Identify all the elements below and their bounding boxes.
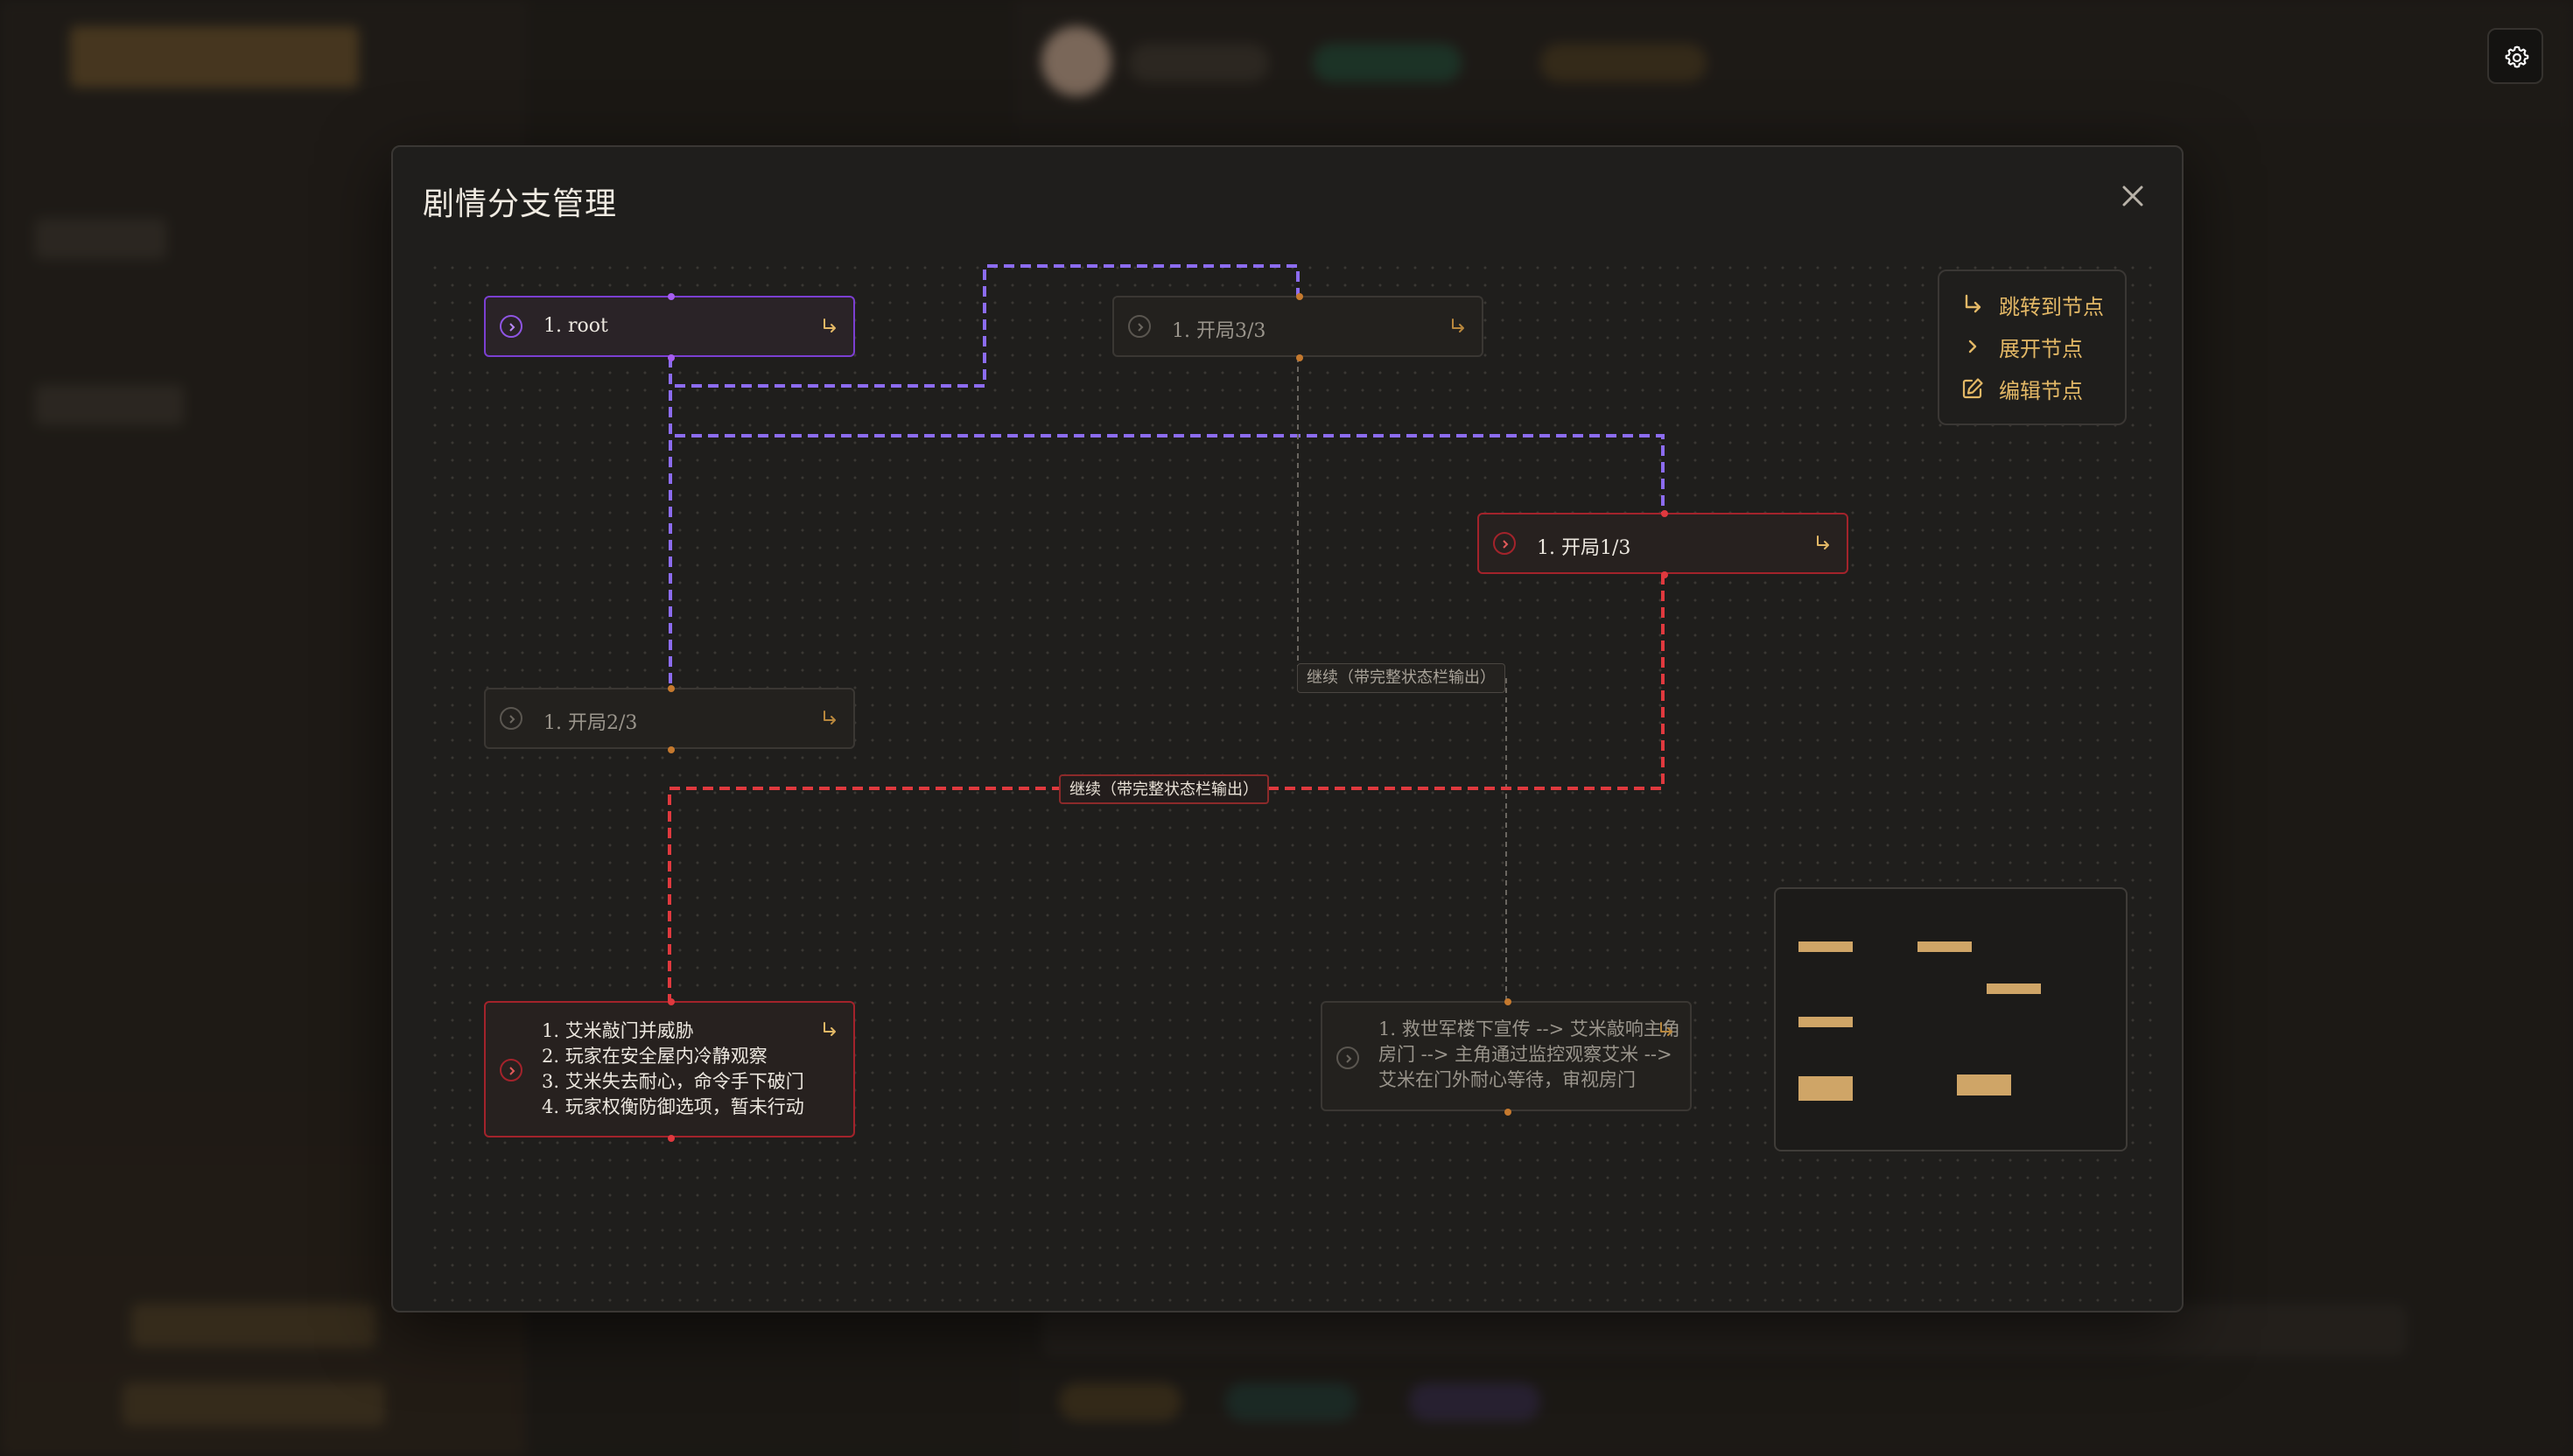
node-opening-3-3[interactable]: 1. 开局3/3 [1112, 293, 1483, 361]
node-opening-2-3[interactable]: 1. 开局2/3 [484, 685, 855, 753]
background-sidebar-button [131, 1304, 376, 1348]
jump-to-node-icon[interactable] [1813, 534, 1833, 553]
node-summary-line: 艾米在门外耐心等待，审视房门 [1378, 1069, 1636, 1090]
jump-to-node-icon [1965, 294, 1981, 313]
expand-node-toggle[interactable] [500, 1059, 522, 1082]
node-label: 1. 开局1/3 [1537, 537, 1631, 559]
chevron-right-icon [1138, 323, 1144, 332]
chevron-right-icon [509, 323, 515, 332]
menu-item-edit-node[interactable]: 编辑节点 [1960, 371, 2083, 406]
edge-label-inactive[interactable]: 继续（带完整状态栏输出） [1297, 663, 1505, 693]
node-summary: 1. 救世军楼下宣传 --> 艾米敲响主角 房门 --> 主角通过监控观察艾米 … [1378, 1017, 1680, 1093]
minimap-node [1987, 984, 2041, 994]
node-summary-line: 4. 玩家权衡防御选项，暂未行动 [542, 1096, 804, 1117]
node-summary-line: 1. 救世军楼下宣传 --> 艾米敲响主角 [1378, 1018, 1680, 1040]
background-pill [1129, 44, 1269, 82]
node-port-bottom [1504, 1109, 1511, 1116]
chevron-right-icon [1346, 1054, 1352, 1063]
settings-button[interactable] [2487, 28, 2543, 84]
node-current-branch[interactable]: 1. 艾米敲门并威胁 2. 玩家在安全屋内冷静观察 3. 艾米失去耐心，命令手下… [484, 998, 855, 1142]
expand-node-toggle[interactable] [1493, 532, 1516, 555]
menu-item-label: 展开节点 [1999, 336, 2083, 361]
jump-to-node-icon[interactable] [820, 709, 839, 728]
node-summary-line: 房门 --> 主角通过监控观察艾米 --> [1378, 1044, 1672, 1065]
dialog-title: 剧情分支管理 [423, 186, 618, 222]
jump-to-node-icon[interactable] [1448, 317, 1468, 336]
jump-to-node-icon[interactable] [820, 317, 839, 336]
menu-item-label: 编辑节点 [1999, 378, 2083, 403]
node-label: 1. 开局2/3 [543, 712, 638, 734]
chevron-right-icon [509, 1067, 515, 1075]
close-icon [2122, 186, 2143, 206]
background-avatar [1041, 26, 1111, 96]
background-chip [1059, 1382, 1181, 1421]
chevron-right-icon [509, 715, 515, 724]
edge-label-active[interactable]: 继续（带完整状态栏输出） [1059, 774, 1269, 804]
background-sidebar-button [123, 1382, 385, 1426]
node-port-bottom [668, 354, 675, 361]
node-summary-line: 2. 玩家在安全屋内冷静观察 [542, 1046, 768, 1067]
background-chip [1409, 1382, 1540, 1421]
background-sidebar-item [35, 219, 166, 259]
minimap-node [1798, 1076, 1853, 1101]
menu-item-expand-node[interactable]: 展开节点 [1960, 329, 2083, 364]
expand-node-toggle[interactable] [1128, 315, 1151, 338]
background-pill [1313, 44, 1462, 82]
node-alt-branch[interactable]: 1. 救世军楼下宣传 --> 艾米敲响主角 房门 --> 主角通过监控观察艾米 … [1321, 998, 1692, 1116]
expand-node-toggle[interactable] [1336, 1046, 1359, 1069]
node-port-top [668, 998, 675, 1005]
node-port-bottom [1296, 354, 1303, 361]
node-actions-legend: 跳转到节点 展开节点 编辑节点 [1938, 270, 2127, 425]
background-logo [70, 26, 359, 88]
node-port-bottom [668, 746, 675, 753]
node-port-top [1504, 998, 1511, 1005]
node-port-top [1661, 510, 1668, 517]
node-summary: 1. 艾米敲门并威胁 2. 玩家在安全屋内冷静观察 3. 艾米失去耐心，命令手下… [542, 1018, 804, 1120]
node-opening-1-3[interactable]: 1. 开局1/3 [1477, 510, 1848, 578]
background-pill [1540, 44, 1707, 82]
jump-to-node-icon[interactable] [820, 1020, 839, 1040]
flow-canvas[interactable] [419, 252, 2156, 1311]
node-port-top [668, 685, 675, 692]
minimap[interactable] [1774, 887, 2128, 1152]
background-chip [1225, 1382, 1357, 1421]
node-port-top [668, 293, 675, 300]
minimap-node [1798, 942, 1853, 952]
jump-to-node-icon[interactable] [1657, 1020, 1676, 1040]
expand-node-toggle[interactable] [500, 707, 522, 730]
expand-node-toggle[interactable] [500, 315, 522, 338]
node-summary-line: 3. 艾米失去耐心，命令手下破门 [542, 1071, 804, 1092]
node-label: 1. 开局3/3 [1172, 320, 1266, 342]
edit-icon [1962, 378, 1983, 399]
close-button[interactable] [2115, 178, 2150, 214]
node-port-bottom [668, 1135, 675, 1142]
chevron-right-icon [1503, 540, 1509, 549]
chevron-right-icon [1968, 340, 1977, 354]
minimap-node [1957, 1074, 2011, 1096]
node-label: 1. root [543, 315, 608, 337]
node-summary-line: 1. 艾米敲门并威胁 [542, 1020, 694, 1041]
node-port-bottom [1661, 571, 1668, 578]
node-port-top [1296, 293, 1303, 300]
node-root[interactable]: 1. root [484, 293, 855, 361]
menu-item-jump-to-node[interactable]: 跳转到节点 [1960, 287, 2104, 322]
branch-manager-dialog: 剧情分支管理 继续（带完整状态栏输出） 继续（带完整状态栏输出） 1. root [391, 145, 2184, 1312]
minimap-node [1798, 1017, 1853, 1027]
menu-item-label: 跳转到节点 [1999, 294, 2104, 319]
gear-icon [2505, 46, 2529, 68]
minimap-node [1917, 942, 1972, 952]
background-sidebar-item [35, 385, 184, 425]
